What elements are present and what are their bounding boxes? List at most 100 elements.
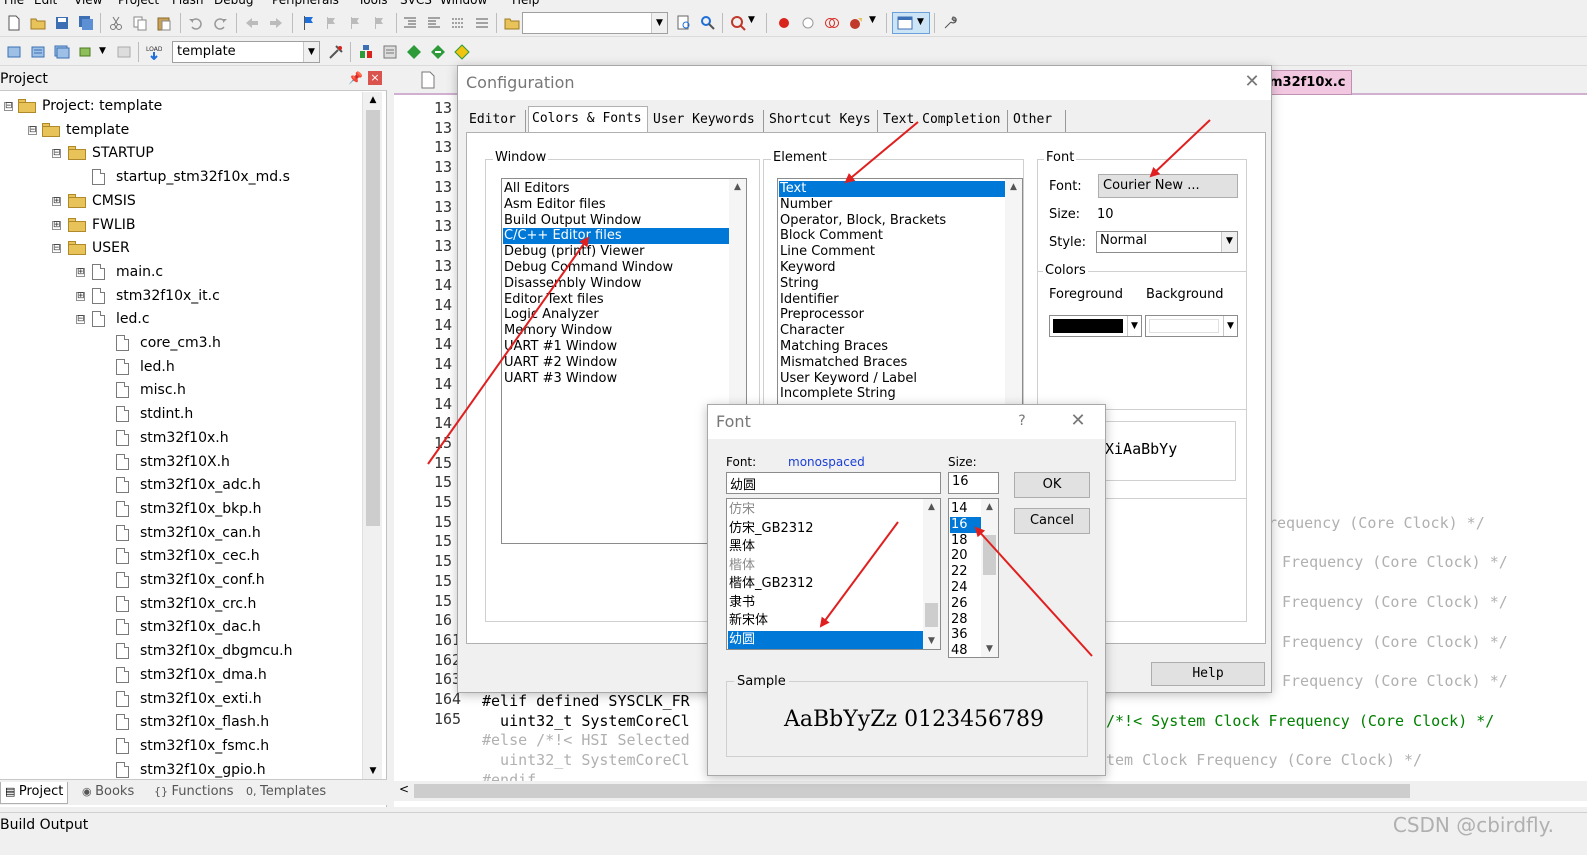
ok-button[interactable]: OK [1014, 472, 1090, 498]
tree-item[interactable]: stm32f10x_dac.h [0, 617, 362, 639]
list-item[interactable]: 幼圆 [728, 630, 923, 649]
menu-item-flash[interactable]: Flash [172, 0, 203, 7]
tree-item[interactable]: stdint.h [0, 404, 362, 426]
list-item[interactable]: Memory Window [503, 323, 729, 339]
scroll-left-icon[interactable]: < [399, 782, 409, 796]
collapse-icon[interactable]: ⊟ [4, 102, 13, 111]
tree-item[interactable]: startup_stm32f10x_md.s [0, 167, 362, 189]
chevron-down-icon[interactable]: ▼ [869, 15, 876, 25]
list-item[interactable]: Disassembly Window [503, 276, 729, 292]
tree-item[interactable]: stm32f10x_crc.h [0, 594, 362, 616]
collapse-icon[interactable]: ⊟ [52, 149, 61, 159]
chevron-down-icon[interactable]: ▼ [303, 42, 319, 62]
list-item[interactable]: Character [779, 323, 1005, 339]
list-item[interactable]: Line Comment [779, 244, 1005, 260]
tree-item[interactable]: stm32f10x_dma.h [0, 665, 362, 687]
undo-icon[interactable] [188, 15, 204, 31]
list-item[interactable]: 18 [950, 533, 981, 549]
help-question-icon[interactable]: ? [1012, 413, 1032, 429]
chevron-down-icon[interactable]: ▼ [1223, 316, 1237, 336]
tree-scrollbar[interactable]: ▲ ▼ [362, 92, 382, 780]
pin-icon[interactable]: 📌 [348, 71, 363, 85]
menu-item-view[interactable]: View [74, 0, 102, 7]
list-item[interactable]: Text [779, 181, 1005, 197]
list-item[interactable]: 仿宋_GB2312 [728, 520, 923, 539]
bookmark-icon[interactable] [300, 15, 316, 31]
scroll-down-icon[interactable]: ▼ [363, 763, 383, 780]
expand-icon[interactable]: ⊞ [76, 291, 85, 301]
comment-icon[interactable] [450, 15, 466, 31]
menu-item-project[interactable]: Project [118, 0, 159, 7]
close-icon[interactable]: ✕ [1242, 71, 1262, 92]
tab-text-completion[interactable]: Text Completion [880, 110, 1008, 132]
chevron-down-icon[interactable]: ▼ [1221, 232, 1237, 252]
list-item[interactable]: Number [779, 197, 1005, 213]
scroll-thumb[interactable] [925, 603, 938, 627]
list-item[interactable]: 22 [950, 564, 981, 580]
list-item[interactable]: Debug Command Window [503, 260, 729, 276]
tab-project[interactable]: ▤ Project [0, 782, 69, 804]
list-item[interactable]: Debug (printf) Viewer [503, 244, 729, 260]
tab-colors-fonts[interactable]: Colors & Fonts [528, 106, 648, 133]
expand-icon[interactable]: ⊞ [52, 196, 61, 206]
copy-icon[interactable] [132, 15, 148, 31]
file-tab-icon[interactable] [420, 71, 438, 91]
translate-icon[interactable] [6, 44, 22, 60]
list-item[interactable]: C/C++ Editor files [503, 228, 729, 245]
tree-item[interactable]: stm32f10x_bkp.h [0, 499, 362, 521]
window-layout-button[interactable]: ▼ [892, 12, 930, 34]
find-combo[interactable]: ▼ [522, 12, 668, 34]
list-scrollbar[interactable]: ▲▼ [923, 499, 940, 649]
list-item[interactable]: 仿宋 [728, 501, 923, 520]
cut-icon[interactable] [108, 15, 124, 31]
paste-icon[interactable] [156, 15, 172, 31]
collapse-icon[interactable]: ⊟ [52, 244, 61, 254]
list-item[interactable]: 24 [950, 580, 981, 596]
batch-build-icon[interactable] [78, 44, 94, 60]
list-item[interactable]: User Keyword / Label [779, 371, 1005, 387]
tree-item[interactable]: stm32f10x_cec.h [0, 546, 362, 568]
target-select[interactable]: template ▼ [172, 41, 320, 63]
tab-templates[interactable]: 0, Templates [242, 782, 330, 804]
tools-wrench-icon[interactable] [942, 15, 958, 31]
close-icon[interactable]: × [368, 71, 382, 85]
expand-icon[interactable]: ⊞ [52, 220, 61, 230]
font-name-list[interactable]: 仿宋 仿宋_GB2312 黑体 楷体 楷体_GB2312 隶书 新宋体 幼圆 ▲ ▼ [726, 498, 941, 650]
tab-user-keywords[interactable]: User Keywords [650, 110, 764, 132]
list-item[interactable]: 新宋体 [728, 612, 923, 631]
tab-stm32f10x-c[interactable]: m32f10x.c [1262, 70, 1353, 95]
scroll-thumb[interactable] [366, 110, 380, 526]
scroll-up-icon[interactable]: ▲ [1005, 179, 1022, 195]
chevron-down-icon[interactable]: ▼ [1127, 316, 1141, 336]
list-item[interactable]: Build Output Window [503, 213, 729, 229]
run-time-env-icon[interactable] [454, 44, 470, 60]
tree-item[interactable]: stm32f10x_can.h [0, 523, 362, 545]
tree-item[interactable]: core_cm3.h [0, 333, 362, 355]
list-item[interactable]: 楷体_GB2312 [728, 575, 923, 594]
target-options-icon[interactable] [328, 44, 344, 60]
list-item[interactable]: Editor Text files [503, 292, 729, 308]
disable-breakpoint-icon[interactable] [800, 15, 816, 31]
stop-build-icon[interactable] [116, 44, 132, 60]
build-icon[interactable] [30, 44, 46, 60]
list-item[interactable]: 14 [950, 501, 981, 517]
scroll-up-icon[interactable]: ▲ [363, 92, 383, 109]
foreground-color-picker[interactable]: ▼ [1049, 315, 1142, 337]
list-item[interactable]: Operator, Block, Brackets [779, 213, 1005, 229]
next-bookmark-icon[interactable] [348, 15, 364, 31]
style-select[interactable]: Normal ▼ [1096, 231, 1238, 253]
tab-shortcut-keys[interactable]: Shortcut Keys [766, 110, 878, 132]
tree-item[interactable]: ⊞ main.c [0, 262, 362, 284]
tab-other[interactable]: Other [1010, 110, 1066, 132]
list-item[interactable]: 48 [950, 643, 981, 657]
list-item[interactable]: Matching Braces [779, 339, 1005, 355]
nav-back-icon[interactable] [244, 15, 260, 31]
breakpoint-icon[interactable] [776, 15, 792, 31]
list-item[interactable]: Preprocessor [779, 307, 1005, 323]
list-item[interactable]: 20 [950, 548, 981, 564]
pack-installer-icon[interactable] [430, 44, 446, 60]
tree-item[interactable]: stm32f10x_dbgmcu.h [0, 641, 362, 663]
chevron-down-icon[interactable]: ▼ [651, 13, 667, 33]
menu-item-help[interactable]: Help [512, 0, 539, 7]
kill-breakpoints-icon[interactable] [824, 15, 840, 31]
